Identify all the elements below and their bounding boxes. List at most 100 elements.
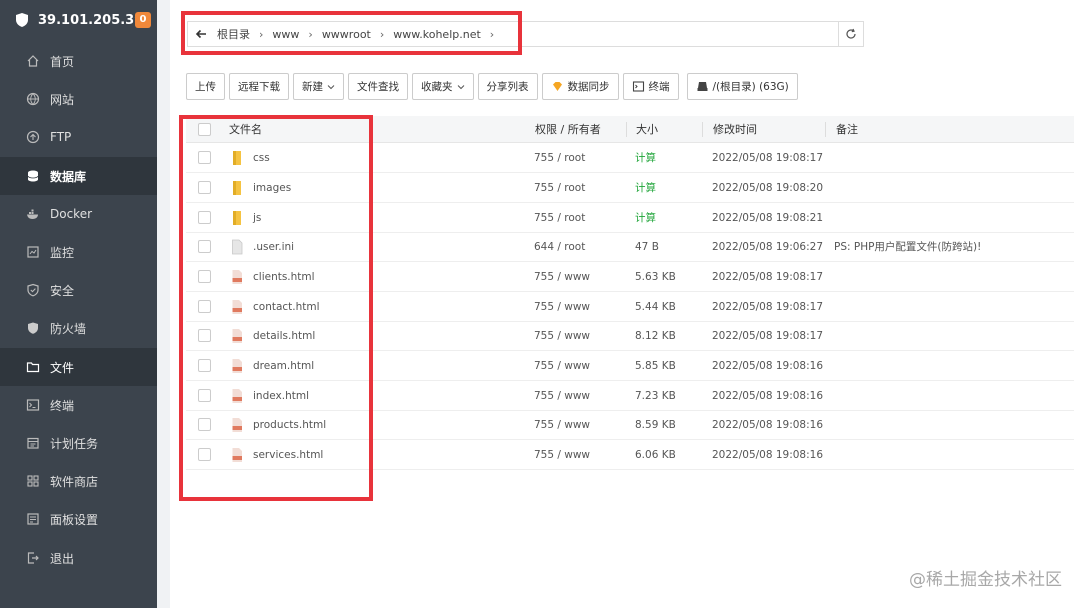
diamond-icon	[552, 82, 562, 91]
highlight-box-path	[181, 11, 522, 55]
file-perm[interactable]: 755 / root	[534, 173, 585, 203]
data-sync-button[interactable]: 数据同步	[541, 73, 619, 100]
hard-drive-icon	[697, 82, 707, 91]
file-size-calc[interactable]: 计算	[635, 203, 656, 233]
shield-icon	[16, 13, 28, 27]
file-size-calc[interactable]: 计算	[635, 173, 656, 203]
file-perm[interactable]: 755 / www	[534, 292, 590, 322]
firewall-icon	[28, 322, 38, 334]
file-search-label: 文件查找	[357, 81, 399, 93]
monitor-icon	[27, 246, 39, 258]
home-icon	[27, 55, 39, 67]
database-icon	[27, 170, 39, 182]
sidebar: 39.101.205.39 0 首页 网站 FTP 数据库 Docker 监控 …	[0, 0, 157, 608]
terminal-label: 终端	[648, 81, 670, 93]
sidebar-item-ftp[interactable]: FTP	[0, 118, 157, 156]
share-list-button[interactable]: 分享列表	[477, 73, 538, 100]
file-perm[interactable]: 755 / www	[534, 351, 590, 381]
sidebar-item-home[interactable]: 首页	[0, 42, 157, 80]
favorites-label: 收藏夹	[421, 81, 453, 93]
sidebar-item-logout[interactable]: 退出	[0, 539, 157, 577]
file-mtime: 2022/05/08 19:08:17	[712, 330, 824, 342]
sidebar-item-label: 文件	[50, 360, 75, 375]
refresh-button[interactable]	[838, 22, 863, 46]
logout-icon	[27, 552, 39, 564]
file-size: 8.12 KB	[635, 330, 676, 342]
header-size[interactable]: 大小	[636, 116, 658, 143]
sidebar-item-label: 防火墙	[50, 321, 87, 336]
header-mtime[interactable]: 修改时间	[713, 116, 757, 143]
sidebar-item-label: 终端	[50, 398, 75, 413]
file-perm[interactable]: 755 / www	[534, 262, 590, 292]
file-perm[interactable]: 755 / www	[534, 440, 590, 470]
file-mtime: 2022/05/08 19:08:16	[712, 390, 824, 402]
column-divider	[626, 122, 627, 137]
watermark: @稀土掘金技术社区	[909, 570, 1062, 590]
sidebar-item-database[interactable]: 数据库	[0, 157, 157, 195]
globe-icon	[26, 92, 40, 106]
file-mtime: 2022/05/08 19:08:16	[712, 449, 824, 461]
sidebar-item-label: 网站	[50, 92, 75, 107]
file-mtime: 2022/05/08 19:06:27	[712, 241, 824, 253]
file-perm[interactable]: 755 / root	[534, 203, 585, 233]
file-mtime: 2022/05/08 19:08:17	[712, 152, 824, 164]
sidebar-item-terminal[interactable]: 终端	[0, 386, 157, 424]
file-mtime: 2022/05/08 19:08:16	[712, 419, 824, 431]
highlight-box-filenames	[179, 115, 373, 501]
sidebar-item-label: 面板设置	[50, 512, 99, 527]
upload-button[interactable]: 上传	[186, 73, 225, 100]
file-mtime: 2022/05/08 19:08:20	[712, 182, 824, 194]
file-perm[interactable]: 755 / www	[534, 321, 590, 351]
sidebar-item-panel-settings[interactable]: 面板设置	[0, 500, 157, 538]
sidebar-item-label: 数据库	[50, 169, 87, 184]
file-size: 5.85 KB	[635, 360, 676, 372]
file-toolbar: 上传 远程下载 新建 文件查找 收藏夹 分享列表 数据同步 终端 /(根目录) …	[186, 73, 802, 100]
remote-download-button[interactable]: 远程下载	[229, 73, 289, 100]
file-search-button[interactable]: 文件查找	[348, 73, 408, 100]
docker-icon	[27, 209, 38, 219]
file-perm[interactable]: 755 / root	[534, 143, 585, 173]
sidebar-item-app-store[interactable]: 软件商店	[0, 462, 157, 500]
sidebar-item-label: Docker	[50, 207, 93, 221]
sidebar-item-label: 软件商店	[50, 474, 99, 489]
file-size: 6.06 KB	[635, 449, 676, 461]
terminal-button[interactable]: 终端	[622, 73, 679, 100]
sidebar-item-label: 首页	[50, 54, 75, 69]
sidebar-item-docker[interactable]: Docker	[0, 195, 157, 233]
sidebar-item-label: 监控	[50, 245, 75, 260]
remote-download-label: 远程下载	[238, 81, 280, 93]
notification-badge[interactable]: 0	[135, 12, 151, 28]
folder-icon	[26, 362, 40, 373]
file-note: PS: PHP用户配置文件(防跨站)!	[834, 241, 982, 253]
terminal-icon	[632, 81, 644, 92]
sidebar-item-files[interactable]: 文件	[0, 348, 157, 386]
sidebar-item-website[interactable]: 网站	[0, 80, 157, 118]
column-divider	[825, 122, 826, 137]
share-list-label: 分享列表	[486, 81, 529, 93]
sidebar-item-firewall[interactable]: 防火墙	[0, 309, 157, 347]
refresh-icon	[846, 28, 856, 39]
file-perm[interactable]: 755 / www	[534, 381, 590, 411]
sidebar-item-security[interactable]: 安全	[0, 271, 157, 309]
file-perm[interactable]: 644 / root	[534, 232, 585, 262]
new-dropdown[interactable]: 新建	[293, 73, 344, 100]
file-size: 5.63 KB	[635, 271, 676, 283]
file-mtime: 2022/05/08 19:08:17	[712, 271, 824, 283]
sidebar-item-monitor[interactable]: 监控	[0, 233, 157, 271]
apps-icon	[27, 475, 39, 487]
sidebar-item-cron[interactable]: 计划任务	[0, 424, 157, 462]
file-size: 8.59 KB	[635, 419, 676, 431]
file-size-calc[interactable]: 计算	[635, 143, 656, 173]
settings-icon	[27, 513, 39, 525]
sidebar-item-label: 计划任务	[50, 436, 99, 451]
header-perm[interactable]: 权限 / 所有者	[535, 116, 601, 143]
server-ip: 39.101.205.39	[38, 12, 144, 28]
server-header: 39.101.205.39	[0, 0, 157, 40]
sidebar-item-label: 退出	[50, 551, 75, 566]
file-perm[interactable]: 755 / www	[534, 410, 590, 440]
favorites-dropdown[interactable]: 收藏夹	[412, 73, 474, 100]
disk-button[interactable]: /(根目录) (63G)	[686, 73, 798, 100]
ftp-icon	[26, 130, 40, 144]
file-mtime: 2022/05/08 19:08:16	[712, 360, 824, 372]
file-size: 7.23 KB	[635, 390, 676, 402]
